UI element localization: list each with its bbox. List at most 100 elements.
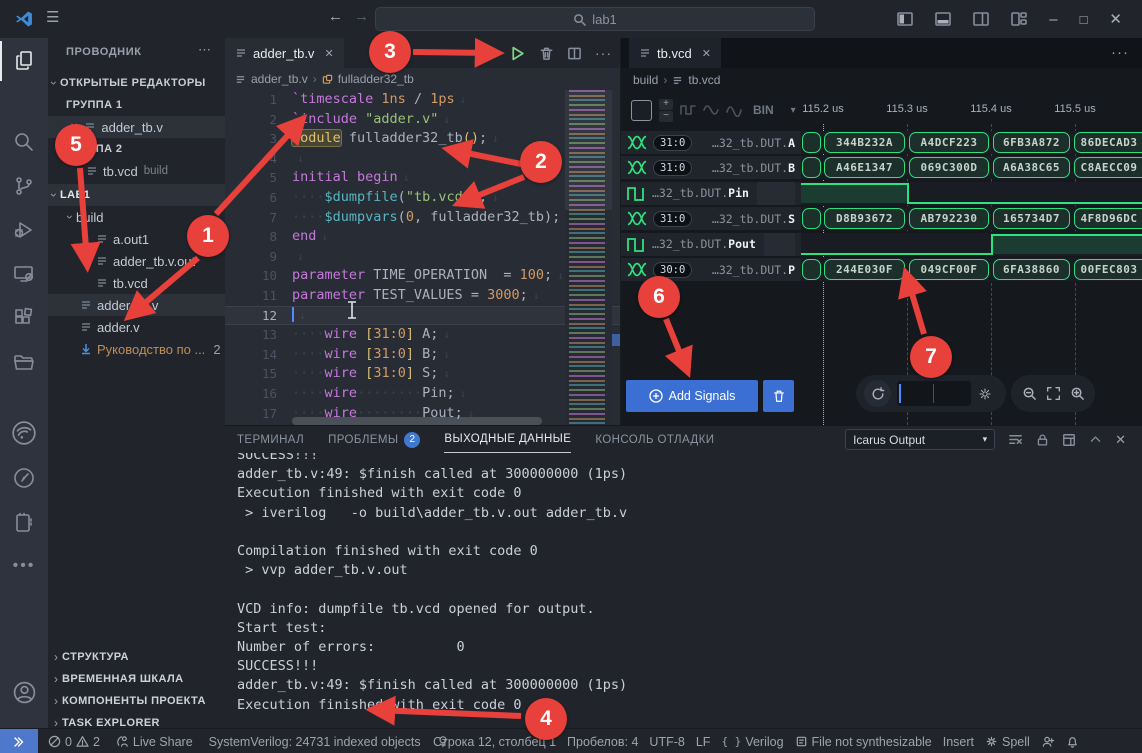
menu-icon[interactable]: ☰ xyxy=(46,8,59,26)
section-project-components[interactable]: ›КОМПОНЕНТЫ ПРОЕКТА xyxy=(48,690,225,712)
code-line-6[interactable]: 6····$dumpfile("tb.vcd");↓ xyxy=(225,188,620,208)
code-line-13[interactable]: 13····wire [31:0] A;↓ xyxy=(225,325,620,345)
language-mode-status[interactable]: { } Verilog xyxy=(721,735,783,749)
code-line-12[interactable]: 12↓ xyxy=(225,306,620,326)
wave-settings-gear-icon[interactable] xyxy=(977,386,993,402)
tree-item-aout1[interactable]: a.out1 xyxy=(48,228,225,250)
open-editor-adder-tb[interactable]: ✕ adder_tb.v xyxy=(48,116,225,138)
analog-format-icon-2[interactable] xyxy=(726,103,742,117)
open-in-editor-icon[interactable] xyxy=(1062,433,1076,447)
tree-item-build[interactable]: › build xyxy=(48,206,225,228)
signal-row-Pin[interactable]: …32_tb.DUT.Pin xyxy=(621,182,801,205)
close-panel-icon[interactable]: ✕ xyxy=(1115,432,1126,448)
remove-signals-button[interactable] xyxy=(763,380,794,412)
split-editor-icon[interactable] xyxy=(567,46,582,61)
toggle-panel-icon[interactable] xyxy=(935,11,951,27)
problems-status[interactable]: 0 2 xyxy=(48,735,100,749)
code-line-4[interactable]: 4↓ xyxy=(225,149,620,169)
editor-more-icon[interactable]: ··· xyxy=(595,45,612,61)
zoom-fit-icon[interactable] xyxy=(1046,386,1061,401)
zoom-out-icon[interactable] xyxy=(1022,386,1037,401)
code-line-7[interactable]: 7····$dumpvars(0, fulladder32_tb);↓ xyxy=(225,208,620,228)
analog-format-icon[interactable] xyxy=(703,103,719,117)
tree-item-guide[interactable]: Руководство по ... 2 xyxy=(48,338,225,360)
lock-icon[interactable] xyxy=(1036,433,1049,447)
remote-indicator[interactable] xyxy=(0,729,38,753)
radix-select[interactable]: BIN xyxy=(753,103,774,117)
run-button[interactable] xyxy=(509,45,526,62)
toggle-secondary-sidebar-icon[interactable] xyxy=(973,11,989,27)
sidebar-more-icon[interactable]: ⋯ xyxy=(198,42,211,58)
synthesis-status[interactable]: File not synthesizable xyxy=(795,735,932,749)
customize-layout-icon[interactable] xyxy=(1011,11,1027,27)
spell-checker-status[interactable]: Spell xyxy=(985,735,1030,749)
explorer-icon[interactable] xyxy=(0,41,48,81)
minimize-button[interactable]: – xyxy=(1049,11,1057,28)
signal-row-S[interactable]: 31:0…32_tb.DUT.S xyxy=(621,207,801,230)
code-area[interactable]: 1`timescale 1ns / 1ps↓2`include "adder.v… xyxy=(225,90,620,423)
signal-row-B[interactable]: 31:0…32_tb.DUT.B xyxy=(621,156,801,179)
panel-tab-output[interactable]: ВЫХОДНЫЕ ДАННЫЕ xyxy=(444,426,571,453)
encoding-status[interactable]: UTF-8 xyxy=(649,735,684,749)
output-channel-select[interactable]: Icarus Output ▾ xyxy=(845,429,995,450)
minimap-slider[interactable] xyxy=(565,90,612,210)
timing-tool-icon[interactable] xyxy=(0,458,48,498)
panel-tab-terminal[interactable]: ТЕРМИНАЛ xyxy=(237,426,304,453)
code-line-8[interactable]: 8end↓ xyxy=(225,227,620,247)
close-tab-icon[interactable]: ✕ xyxy=(324,47,333,60)
add-signals-button[interactable]: Add Signals xyxy=(626,380,758,412)
open-editors-header[interactable]: › ОТКРЫТЫЕ РЕДАКТОРЫ xyxy=(48,72,225,94)
remote-explorer-icon[interactable] xyxy=(0,254,48,294)
toggle-sidebar-icon[interactable] xyxy=(897,11,913,27)
code-line-9[interactable]: 9↓ xyxy=(225,247,620,267)
live-share-status[interactable]: Live Share xyxy=(116,735,193,749)
workspace-header-lab1[interactable]: › LAB1 xyxy=(48,184,225,206)
account-icon[interactable] xyxy=(0,672,48,712)
signal-row-A[interactable]: 31:0…32_tb.DUT.A xyxy=(621,131,801,154)
breadcrumb[interactable]: adder_tb.v › fulladder32_tb xyxy=(235,68,414,90)
more-views-icon[interactable]: ••• xyxy=(0,546,48,586)
notebook-tool-icon[interactable] xyxy=(0,503,48,543)
tree-item-adder-v[interactable]: adder.v xyxy=(48,316,225,338)
maximize-panel-icon[interactable] xyxy=(1089,433,1102,446)
code-line-16[interactable]: 16····wire········Pin;↓ xyxy=(225,384,620,404)
run-debug-icon[interactable] xyxy=(0,210,48,250)
zoom-in-icon[interactable] xyxy=(1070,386,1085,401)
indentation-status[interactable]: Пробелов: 4 xyxy=(567,735,638,749)
section-structure[interactable]: ›СТРУКТУРА xyxy=(48,646,225,668)
close-window-button[interactable]: ✕ xyxy=(1109,10,1122,28)
signal-row-Pout[interactable]: …32_tb.DUT.Pout xyxy=(621,233,801,256)
horizontal-scrollbar[interactable] xyxy=(292,417,542,425)
code-line-14[interactable]: 14····wire [31:0] B;↓ xyxy=(225,345,620,365)
eol-status[interactable]: LF xyxy=(696,735,711,749)
open-editor-tb-vcd[interactable]: tb.vcd build xyxy=(48,160,225,182)
tree-item-adder-tb-v[interactable]: adder_tb.v xyxy=(48,294,225,316)
search-view-icon[interactable] xyxy=(0,122,48,162)
expand-signals-button[interactable]: + xyxy=(659,99,673,110)
wave-select-checkbox[interactable] xyxy=(631,100,652,121)
refresh-button[interactable] xyxy=(864,380,891,407)
tab-tb-vcd[interactable]: tb.vcd ✕ xyxy=(629,38,721,68)
tab-adder-tb-v[interactable]: adder_tb.v ✕ xyxy=(225,38,344,68)
nav-back-icon[interactable]: ← xyxy=(328,8,343,25)
close-tab-icon[interactable]: ✕ xyxy=(702,47,711,60)
panel-tab-debug-console[interactable]: КОНСОЛЬ ОТЛАДКИ xyxy=(595,426,714,453)
code-line-15[interactable]: 15····wire [31:0] S;↓ xyxy=(225,364,620,384)
maximize-button[interactable]: □ xyxy=(1080,12,1088,27)
command-center-search[interactable]: lab1 xyxy=(375,7,815,31)
panel-tab-problems[interactable]: ПРОБЛЕМЫ2 xyxy=(328,426,420,453)
language-indexer-status[interactable]: SystemVerilog: 24731 indexed objects xyxy=(209,735,421,749)
wave-breadcrumb[interactable]: build › tb.vcd xyxy=(633,68,720,92)
clear-output-icon[interactable] xyxy=(1008,432,1023,447)
bell-icon[interactable] xyxy=(1066,735,1079,748)
output-content[interactable]: SUCCESS!!!adder_tb.v:49: $finish called … xyxy=(237,453,1117,715)
cursor-position-status[interactable]: Строка 12, столбец 1 xyxy=(433,735,556,749)
time-cursor-input[interactable] xyxy=(897,381,971,406)
insert-mode-status[interactable]: Insert xyxy=(943,735,974,749)
signal-row-P[interactable]: 30:0…32_tb.DUT.P xyxy=(621,258,801,281)
code-line-5[interactable]: 5initial begin↓ xyxy=(225,168,620,188)
pulse-format-icon[interactable] xyxy=(680,103,696,117)
code-line-3[interactable]: 3module fulladder32_tb();↓ xyxy=(225,129,620,149)
tree-item-tb-vcd[interactable]: tb.vcd xyxy=(48,272,225,294)
person-add-icon[interactable] xyxy=(1041,735,1055,748)
